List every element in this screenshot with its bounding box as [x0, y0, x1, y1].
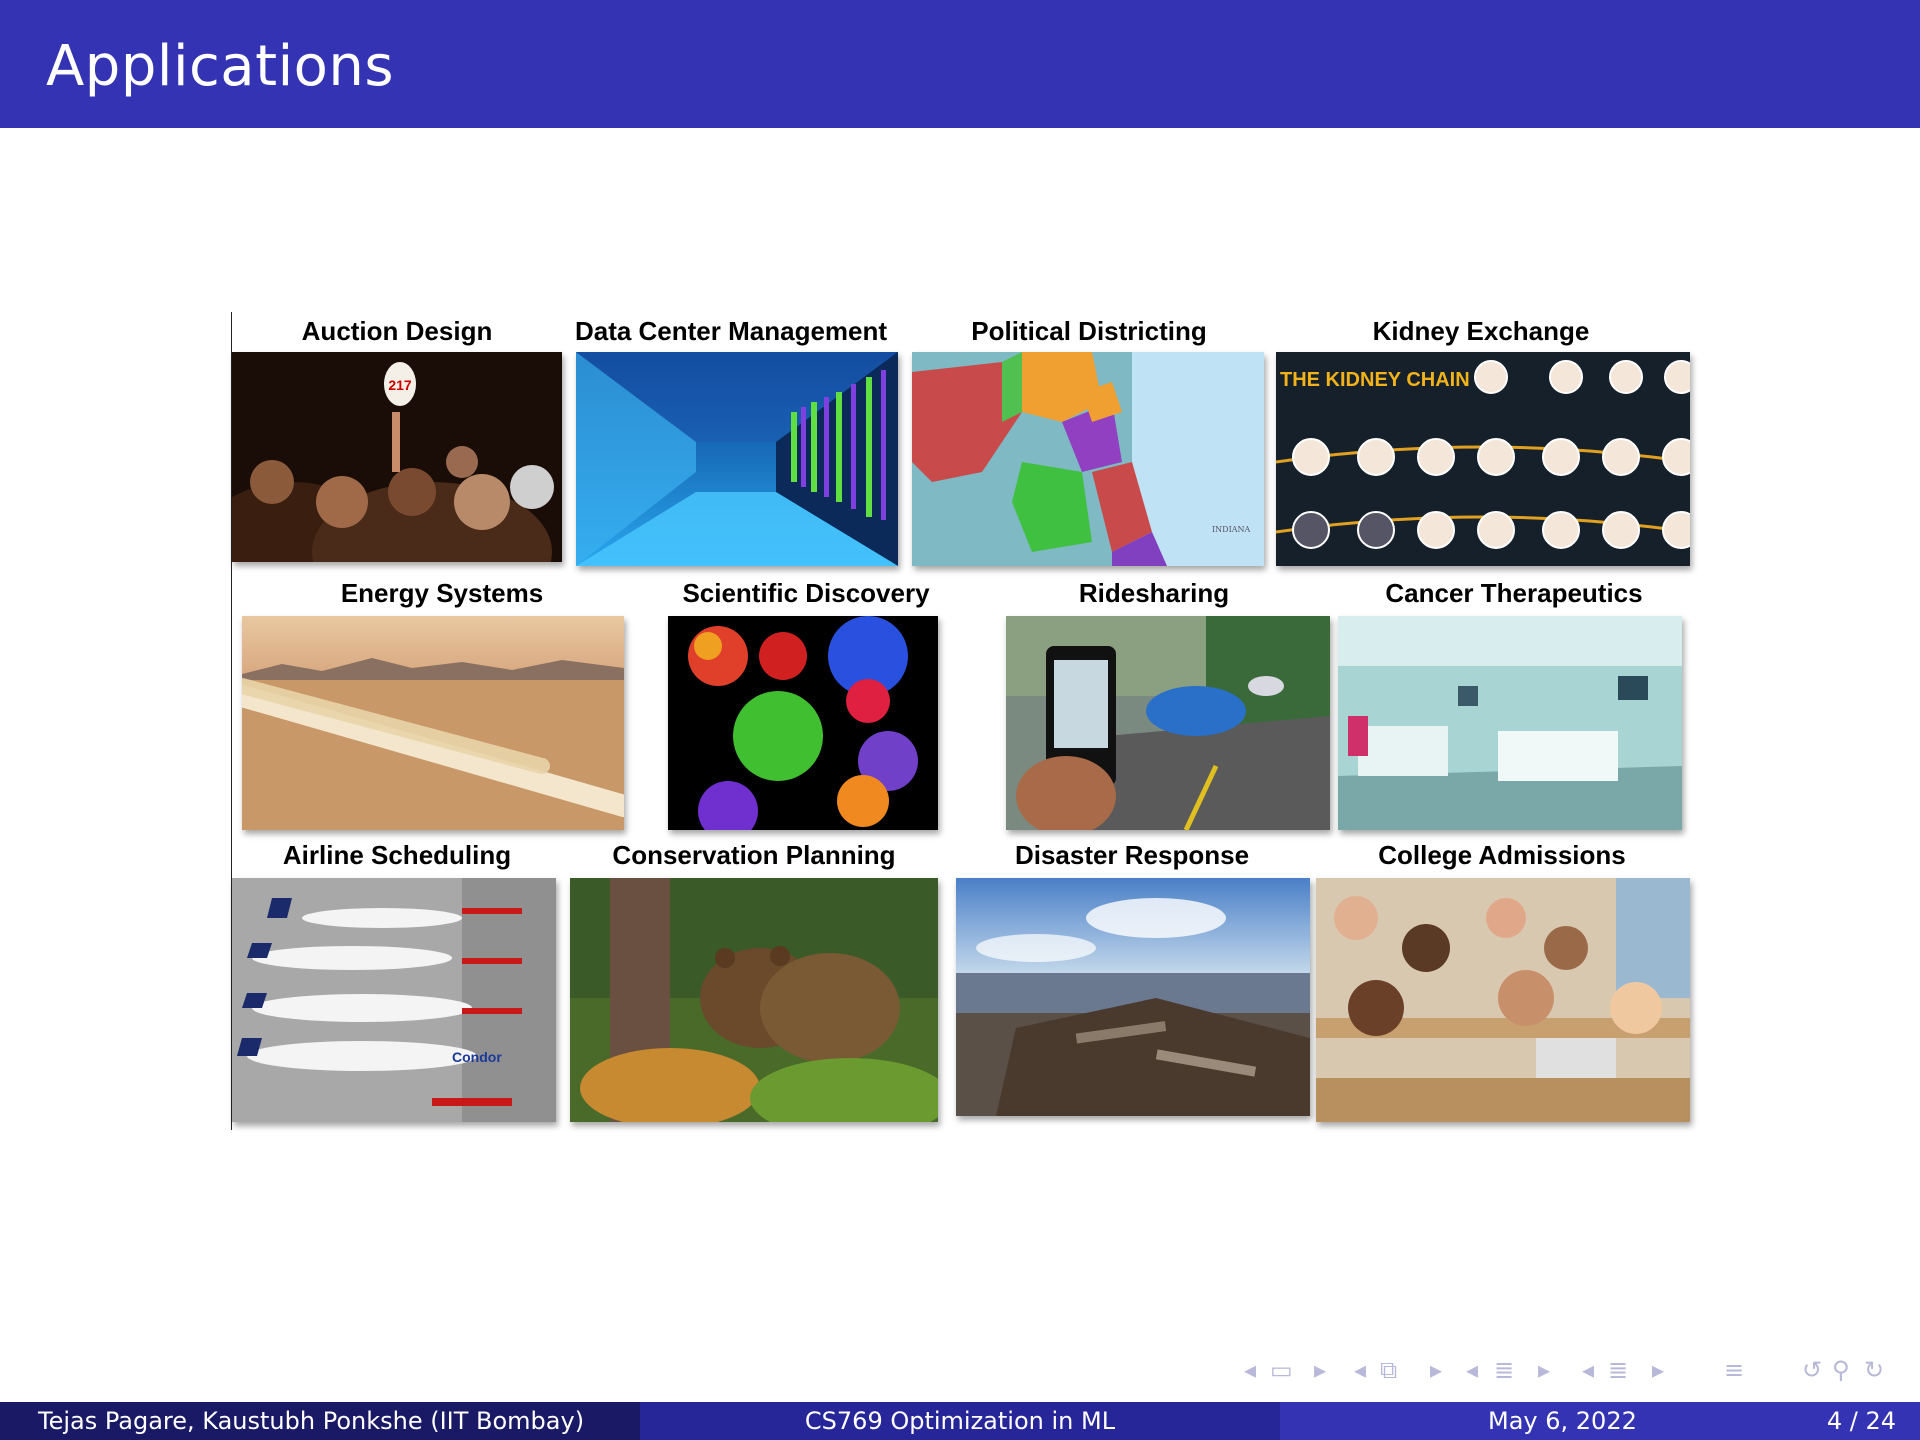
- footer-course: CS769 Optimization in ML: [804, 1407, 1116, 1435]
- airline-logo: Condor: [452, 1049, 502, 1065]
- airport-photo: Condor: [232, 878, 556, 1122]
- subsection-next-icon[interactable]: ▸: [1430, 1356, 1442, 1384]
- pipeline-photo: [242, 616, 624, 830]
- panel-caption: Energy Systems: [340, 578, 544, 608]
- panel-caption: Auction Design: [301, 316, 493, 346]
- section-next-icon[interactable]: ▸: [1652, 1356, 1664, 1384]
- slide-header: Applications: [0, 0, 1920, 128]
- panel-disaster-response: Disaster Response: [954, 836, 1310, 1130]
- panel-data-center: Data Center Management: [566, 312, 898, 566]
- panel-caption: Data Center Management: [574, 316, 888, 346]
- slide-title: Applications: [46, 34, 395, 99]
- panel-energy-systems: Energy Systems: [232, 574, 652, 830]
- kidney-chain-graphic: THE KIDNEY CHAIN: [1276, 352, 1690, 566]
- panel-caption: Kidney Exchange: [1372, 316, 1590, 346]
- slide-footer: Tejas Pagare, Kaustubh Ponkshe (IIT Bomb…: [0, 1402, 1920, 1440]
- section-prev-icon[interactable]: ◂: [1466, 1356, 1478, 1384]
- frame-next-icon[interactable]: ▸: [1314, 1356, 1326, 1384]
- back-icon[interactable]: ↺: [1802, 1356, 1822, 1384]
- align-icon[interactable]: ≡: [1724, 1356, 1744, 1384]
- section-icon[interactable]: ≣: [1608, 1356, 1628, 1384]
- footer-date-box: May 6, 2022 4 / 24: [1280, 1402, 1920, 1440]
- panel-caption: Ridesharing: [1078, 578, 1230, 608]
- panel-airline-scheduling: Airline Scheduling Condor: [232, 836, 562, 1130]
- panel-caption: College Admissions: [1378, 840, 1626, 870]
- panel-caption: Airline Scheduling: [282, 840, 512, 870]
- panel-caption: Conservation Planning: [612, 840, 896, 870]
- footer-authors: Tejas Pagare, Kaustubh Ponkshe (IIT Bomb…: [38, 1407, 585, 1435]
- panel-scientific-discovery: Scientific Discovery: [656, 574, 956, 830]
- kidney-heading: THE KIDNEY CHAIN: [1280, 369, 1470, 391]
- footer-date: May 6, 2022: [1488, 1407, 1637, 1435]
- ridesharing-photo: [1006, 616, 1330, 830]
- forward-icon[interactable]: ↻: [1864, 1356, 1884, 1384]
- protein-structures-image: [668, 616, 938, 830]
- panel-college-admissions: College Admissions: [1314, 836, 1690, 1130]
- panel-caption: Cancer Therapeutics: [1385, 578, 1643, 608]
- subsection-prev-icon[interactable]: ◂: [1354, 1356, 1366, 1384]
- students-photo: [1316, 878, 1690, 1122]
- bear-photo: [570, 878, 938, 1122]
- panel-political-districting: Political Districting INDIANA: [912, 312, 1266, 566]
- frame-prev-icon[interactable]: ◂: [1244, 1356, 1256, 1384]
- districting-map: INDIANA: [912, 352, 1264, 566]
- paddle-number: 217: [388, 377, 412, 393]
- panel-caption: Disaster Response: [1014, 840, 1250, 870]
- auction-photo: 217: [232, 352, 562, 562]
- section-next-icon[interactable]: ▸: [1538, 1356, 1550, 1384]
- section-icon[interactable]: ≣: [1494, 1356, 1514, 1384]
- search-icon[interactable]: ⚲: [1832, 1356, 1850, 1384]
- subsection-icon[interactable]: ⧉: [1380, 1356, 1397, 1384]
- panel-auction-design: Auction Design 217: [232, 312, 562, 562]
- panel-ridesharing: Ridesharing: [974, 574, 1334, 830]
- hospital-room-photo: [1338, 616, 1682, 830]
- panel-kidney-exchange: Kidney Exchange THE KIDNEY CHAIN: [1272, 312, 1690, 566]
- section-prev-icon[interactable]: ◂: [1582, 1356, 1594, 1384]
- footer-course-box: CS769 Optimization in ML: [640, 1402, 1280, 1440]
- frame-icon[interactable]: ▭: [1270, 1356, 1293, 1384]
- applications-figure: Auction Design 217 Data Center Managemen…: [231, 312, 1690, 1130]
- panel-conservation-planning: Conservation Planning: [566, 836, 942, 1130]
- footer-authors-box: Tejas Pagare, Kaustubh Ponkshe (IIT Bomb…: [0, 1402, 640, 1440]
- footer-page-number: 4 / 24: [1826, 1407, 1896, 1435]
- disaster-photo: [956, 878, 1310, 1116]
- data-center-photo: [576, 352, 898, 566]
- panel-caption: Scientific Discovery: [682, 578, 930, 608]
- panel-cancer-therapeutics: Cancer Therapeutics: [1338, 574, 1690, 830]
- map-label: INDIANA: [1212, 525, 1251, 534]
- panel-caption: Political Districting: [971, 316, 1207, 346]
